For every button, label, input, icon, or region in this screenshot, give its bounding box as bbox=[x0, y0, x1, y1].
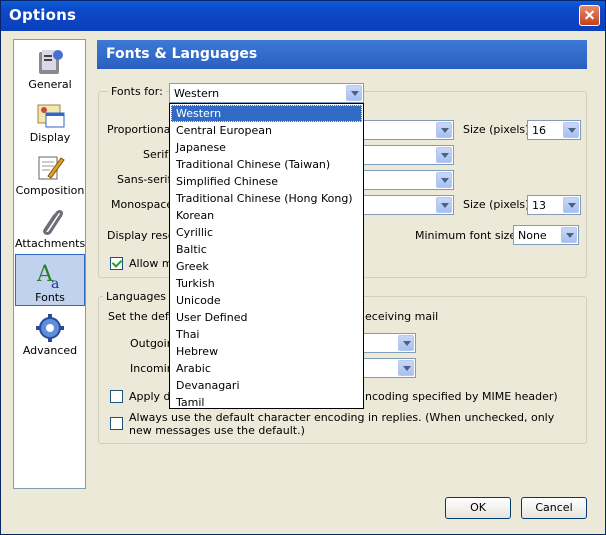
chevron-down-icon[interactable] bbox=[436, 197, 452, 213]
category-sidebar: General Display Composition Attachments … bbox=[13, 39, 86, 489]
dropdown-option[interactable]: Greek bbox=[171, 258, 362, 275]
dropdown-option[interactable]: Unicode bbox=[171, 292, 362, 309]
attachments-icon bbox=[43, 210, 63, 235]
sans-serif-label: Sans-serif: bbox=[117, 173, 175, 186]
panel-title: Fonts & Languages bbox=[106, 46, 258, 62]
dropdown-option[interactable]: Japanese bbox=[171, 139, 362, 156]
close-button[interactable] bbox=[579, 5, 600, 26]
set-default-label: Set the defa bbox=[108, 310, 176, 323]
dropdown-option[interactable]: Korean bbox=[171, 207, 362, 224]
sidebar-item-attachments[interactable]: Attachments bbox=[15, 201, 85, 253]
serif-label: Serif: bbox=[143, 148, 172, 161]
sidebar-item-fonts[interactable]: Aa Fonts bbox=[15, 254, 85, 306]
sidebar-item-label: Attachments bbox=[15, 237, 86, 250]
chevron-down-icon[interactable] bbox=[398, 360, 414, 376]
dropdown-option[interactable]: Hebrew bbox=[171, 343, 362, 360]
panel-header: Fonts & Languages bbox=[97, 40, 587, 69]
chevron-down-icon[interactable] bbox=[563, 122, 579, 138]
advanced-icon bbox=[36, 314, 64, 342]
dropdown-option[interactable]: Tamil bbox=[171, 394, 362, 411]
dropdown-option[interactable]: Western bbox=[171, 105, 362, 122]
proportional-size-select[interactable]: 16 bbox=[527, 120, 581, 140]
chevron-down-icon[interactable] bbox=[346, 85, 362, 101]
title-bar: Options bbox=[1, 1, 605, 31]
apply-default-label-tail: ncoding specified by MIME header) bbox=[365, 390, 558, 403]
chevron-down-icon[interactable] bbox=[563, 197, 579, 213]
composition-icon bbox=[38, 156, 65, 180]
display-icon bbox=[37, 104, 65, 128]
size-label-monospace: Size (pixels) bbox=[463, 198, 530, 211]
dropdown-option[interactable]: Central European bbox=[171, 122, 362, 139]
dropdown-option[interactable]: Turkish bbox=[171, 275, 362, 292]
monospace-size-select[interactable]: 13 bbox=[527, 195, 581, 215]
dropdown-option[interactable]: Arabic bbox=[171, 360, 362, 377]
sidebar-item-general[interactable]: General bbox=[15, 42, 85, 94]
ok-button[interactable]: OK bbox=[445, 497, 511, 519]
dropdown-option[interactable]: Baltic bbox=[171, 241, 362, 258]
incoming-label: Incomin bbox=[130, 362, 174, 375]
monospace-size-value: 13 bbox=[532, 199, 546, 212]
options-window: Options General Display Composition Atta… bbox=[0, 0, 606, 535]
sidebar-item-advanced[interactable]: Advanced bbox=[15, 308, 85, 360]
fonts-for-label: Fonts for: bbox=[108, 85, 166, 98]
sidebar-item-label: Composition bbox=[15, 184, 85, 197]
languages-legend: Languages bbox=[103, 290, 170, 303]
always-default-label: Always use the default character encodin… bbox=[129, 411, 555, 437]
outgoing-label: Outgoin bbox=[130, 337, 174, 350]
chevron-down-icon[interactable] bbox=[436, 122, 452, 138]
minimum-font-size-select[interactable]: None bbox=[513, 225, 579, 245]
proportional-label: Proportional: bbox=[107, 123, 178, 136]
chevron-down-icon[interactable] bbox=[561, 227, 577, 243]
cancel-button[interactable]: Cancel bbox=[521, 497, 587, 519]
dropdown-option[interactable]: Traditional Chinese (Hong Kong) bbox=[171, 190, 362, 207]
allow-fonts-checkbox[interactable] bbox=[110, 257, 123, 270]
window-title: Options bbox=[9, 6, 77, 24]
sidebar-item-label: Display bbox=[29, 131, 71, 144]
receiving-mail-label: eceiving mail bbox=[365, 310, 439, 323]
sidebar-item-label: Advanced bbox=[22, 344, 78, 357]
chevron-down-icon[interactable] bbox=[436, 172, 452, 188]
sidebar-item-display[interactable]: Display bbox=[15, 95, 85, 147]
fonts-for-dropdown-list: Western Central European Japanese Tradit… bbox=[169, 103, 364, 409]
chevron-down-icon[interactable] bbox=[436, 147, 452, 163]
proportional-size-value: 16 bbox=[532, 124, 546, 137]
size-label-proportional: Size (pixels) bbox=[463, 123, 530, 136]
dropdown-option[interactable]: Simplified Chinese bbox=[171, 173, 362, 190]
dropdown-option[interactable]: Cyrillic bbox=[171, 224, 362, 241]
minimum-font-size-label: Minimum font size: bbox=[415, 229, 520, 242]
chevron-down-icon[interactable] bbox=[398, 335, 414, 351]
dropdown-option[interactable]: Devanagari bbox=[171, 377, 362, 394]
always-default-checkbox[interactable] bbox=[110, 417, 123, 430]
fonts-icon: Aa bbox=[36, 262, 59, 291]
monospace-label: Monospace: bbox=[111, 198, 177, 211]
sidebar-item-label: General bbox=[28, 78, 72, 91]
fonts-for-value: Western bbox=[174, 87, 220, 100]
apply-default-checkbox[interactable] bbox=[110, 390, 123, 403]
svg-text:a: a bbox=[51, 276, 59, 291]
dropdown-option[interactable]: Traditional Chinese (Taiwan) bbox=[171, 156, 362, 173]
general-icon bbox=[39, 50, 63, 74]
sidebar-item-composition[interactable]: Composition bbox=[15, 148, 85, 200]
fonts-for-select[interactable]: Western bbox=[169, 83, 364, 103]
sidebar-item-label: Fonts bbox=[35, 291, 65, 304]
minimum-font-size-value: None bbox=[518, 229, 547, 242]
dropdown-option[interactable]: User Defined bbox=[171, 309, 362, 326]
dropdown-option[interactable]: Thai bbox=[171, 326, 362, 343]
